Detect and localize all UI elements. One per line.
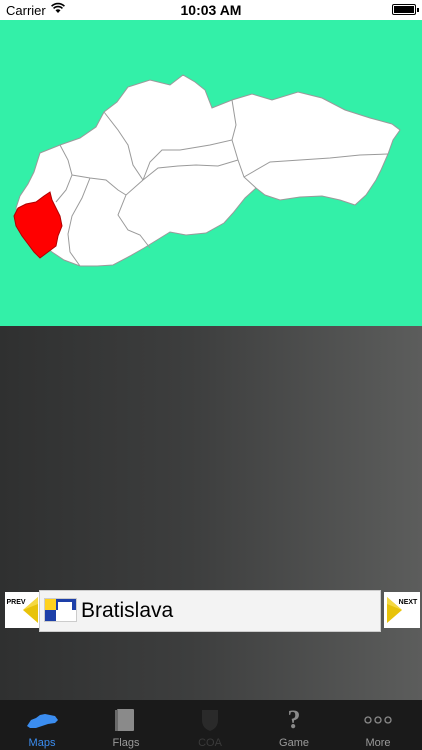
flag-book-icon xyxy=(115,709,134,731)
next-label: NEXT xyxy=(398,599,418,606)
more-dots-icon xyxy=(364,716,392,724)
arrow-left-icon xyxy=(23,597,38,623)
svg-text:?: ? xyxy=(288,706,301,732)
tab-maps-label: Maps xyxy=(28,737,56,749)
region-name: Bratislava xyxy=(81,599,174,622)
map-view[interactable] xyxy=(0,20,422,326)
tab-coa[interactable]: COA xyxy=(168,700,252,750)
prev-button[interactable]: PREV xyxy=(5,592,41,628)
status-bar: Carrier 10:03 AM xyxy=(0,0,422,20)
slovakia-map[interactable] xyxy=(0,20,422,326)
clock: 10:03 AM xyxy=(180,2,242,18)
tab-game-label: Game xyxy=(279,737,309,749)
tab-more[interactable]: More xyxy=(336,700,420,750)
tab-flags-label: Flags xyxy=(112,737,140,749)
map-icon xyxy=(27,714,58,728)
question-mark-icon: ? xyxy=(288,706,301,732)
prev-label: PREV xyxy=(6,599,26,606)
arrow-right-icon xyxy=(387,597,402,623)
info-panel xyxy=(0,326,422,700)
tab-coa-label: COA xyxy=(198,737,222,749)
flag-icon xyxy=(44,598,77,622)
region-label-box: Bratislava xyxy=(39,590,381,632)
coat-of-arms-icon xyxy=(202,710,218,731)
tab-more-label: More xyxy=(365,737,391,749)
battery-icon xyxy=(392,4,419,15)
tab-game[interactable]: ? Game xyxy=(252,700,336,750)
map-outline xyxy=(15,74,401,267)
tab-flags[interactable]: Flags xyxy=(84,700,168,750)
tab-maps[interactable]: Maps xyxy=(0,700,84,750)
tab-bar: Maps Flags COA ? Game More xyxy=(0,700,422,750)
next-button[interactable]: NEXT xyxy=(384,592,420,628)
